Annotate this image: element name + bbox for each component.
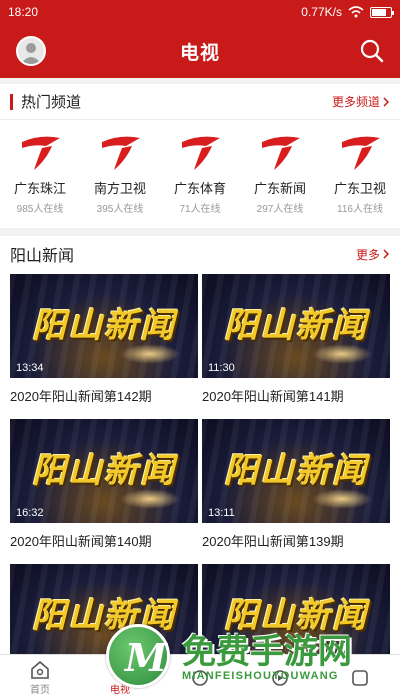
- wifi-icon: [348, 6, 364, 18]
- channel-item[interactable]: 广东卫视 116人在线: [323, 132, 397, 215]
- thumbnail-title: 阳山新闻: [224, 306, 368, 346]
- nav-item-tv[interactable]: 电视: [80, 655, 160, 700]
- news-item[interactable]: 阳山新闻 16:32 2020年阳山新闻第140期: [10, 419, 198, 564]
- hot-channels-header: 热门频道 更多频道: [0, 84, 400, 120]
- news-item[interactable]: 阳山新闻 13:11 2020年阳山新闻第139期: [202, 419, 390, 564]
- video-thumbnail[interactable]: 阳山新闻 13:34: [10, 274, 198, 378]
- channel-viewers: 395人在线: [96, 204, 144, 215]
- radio-icon: [192, 669, 208, 686]
- news-section-title: 阳山新闻: [10, 248, 75, 265]
- news-grid-partial-row: 阳山新闻 阳山新闻: [10, 564, 390, 654]
- status-time: 18:20: [8, 5, 39, 19]
- channel-item[interactable]: 广东新闻 297人在线: [243, 132, 317, 215]
- channel-item[interactable]: 南方卫视 395人在线: [83, 132, 157, 215]
- channel-name: 南方卫视: [93, 181, 146, 196]
- video-thumbnail[interactable]: 阳山新闻 16:32: [10, 419, 198, 523]
- channel-item[interactable]: 广东体育 71人在线: [163, 132, 237, 215]
- gdtv-logo-icon: [262, 136, 300, 170]
- video-thumbnail[interactable]: 阳山新闻: [10, 564, 198, 654]
- avatar[interactable]: [16, 36, 46, 66]
- section-accent-bar: [10, 93, 13, 110]
- channel-name: 广东珠江: [13, 181, 66, 196]
- hot-channels-section: 热门频道 更多频道 广东珠江 985人在线 南方卫视 395人在线 广东体育 7…: [0, 84, 400, 228]
- battery-icon: [370, 6, 394, 18]
- yangshan-news-section: 阳山新闻 更多 阳山新闻 13:34 2020年阳山新闻第142期 阳山新闻 1…: [0, 236, 400, 654]
- thumbnail-title: 阳山新闻: [224, 451, 368, 491]
- channel-name: 广东体育: [173, 181, 226, 196]
- nav-item-live[interactable]: [240, 655, 320, 700]
- nav-item-radio[interactable]: [160, 655, 240, 700]
- channel-name: 广东卫视: [333, 181, 386, 196]
- news-grid: 阳山新闻 13:34 2020年阳山新闻第142期 阳山新闻 11:30 202…: [10, 274, 390, 564]
- tv-icon: [112, 661, 128, 676]
- channel-viewers: 297人在线: [256, 204, 304, 215]
- status-icons: 0.77K/s: [301, 5, 394, 19]
- gdtv-logo-icon: [182, 136, 220, 170]
- nav-label: 电视: [110, 685, 130, 696]
- news-item[interactable]: 阳山新闻 13:34 2020年阳山新闻第142期: [10, 274, 198, 419]
- video-caption[interactable]: 2020年阳山新闻第140期: [10, 531, 198, 550]
- status-bar: 18:20 0.77K/s: [0, 0, 400, 24]
- channel-viewers: 71人在线: [179, 204, 221, 215]
- live-icon: [272, 669, 288, 686]
- video-duration: 13:11: [208, 507, 235, 519]
- user-avatar-icon: [21, 43, 41, 64]
- chevron-right-icon: [383, 249, 390, 259]
- thumbnail-title: 阳山新闻: [224, 596, 368, 636]
- bottom-navigation: 首页 电视: [0, 654, 400, 700]
- news-item[interactable]: 阳山新闻 11:30 2020年阳山新闻第141期: [202, 274, 390, 419]
- video-thumbnail[interactable]: 阳山新闻 13:11: [202, 419, 390, 523]
- news-header: 阳山新闻 更多: [0, 236, 400, 272]
- video-thumbnail[interactable]: 阳山新闻: [202, 564, 390, 654]
- hot-channels-title: 热门频道: [21, 94, 82, 111]
- thumbnail-title: 阳山新闻: [32, 451, 176, 491]
- video-duration: 13:34: [16, 362, 44, 374]
- channel-viewers: 116人在线: [337, 204, 383, 215]
- search-icon[interactable]: [358, 37, 386, 65]
- app-header: 电视: [0, 24, 400, 78]
- gdtv-logo-icon: [22, 136, 60, 170]
- video-thumbnail[interactable]: 阳山新闻 11:30: [202, 274, 390, 378]
- gdtv-logo-icon: [342, 136, 380, 170]
- more-icon: [352, 669, 368, 686]
- more-news-link[interactable]: 更多: [356, 246, 390, 263]
- more-channels-label: 更多频道: [331, 95, 380, 109]
- network-speed: 0.77K/s: [301, 5, 342, 19]
- more-news-label: 更多: [355, 247, 380, 262]
- nav-item-home[interactable]: 首页: [0, 655, 80, 700]
- page-title: 电视: [179, 42, 220, 64]
- video-caption[interactable]: 2020年阳山新闻第141期: [202, 386, 390, 405]
- channel-viewers: 985人在线: [16, 204, 64, 215]
- video-caption[interactable]: 2020年阳山新闻第142期: [10, 386, 198, 405]
- thumbnail-title: 阳山新闻: [32, 306, 176, 346]
- home-icon: [31, 660, 49, 679]
- video-duration: 16:32: [16, 507, 44, 519]
- gdtv-logo-icon: [102, 136, 140, 170]
- thumbnail-title: 阳山新闻: [32, 596, 176, 636]
- video-caption[interactable]: 2020年阳山新闻第139期: [202, 531, 390, 550]
- channel-list: 广东珠江 985人在线 南方卫视 395人在线 广东体育 71人在线 广东新闻 …: [0, 120, 400, 215]
- more-channels-link[interactable]: 更多频道: [332, 93, 390, 110]
- channel-name: 广东新闻: [253, 181, 306, 196]
- video-duration: 11:30: [208, 362, 235, 374]
- nav-label: 首页: [30, 685, 50, 696]
- chevron-right-icon: [383, 96, 390, 107]
- nav-item-more[interactable]: [320, 655, 400, 700]
- channel-item[interactable]: 广东珠江 985人在线: [3, 132, 77, 215]
